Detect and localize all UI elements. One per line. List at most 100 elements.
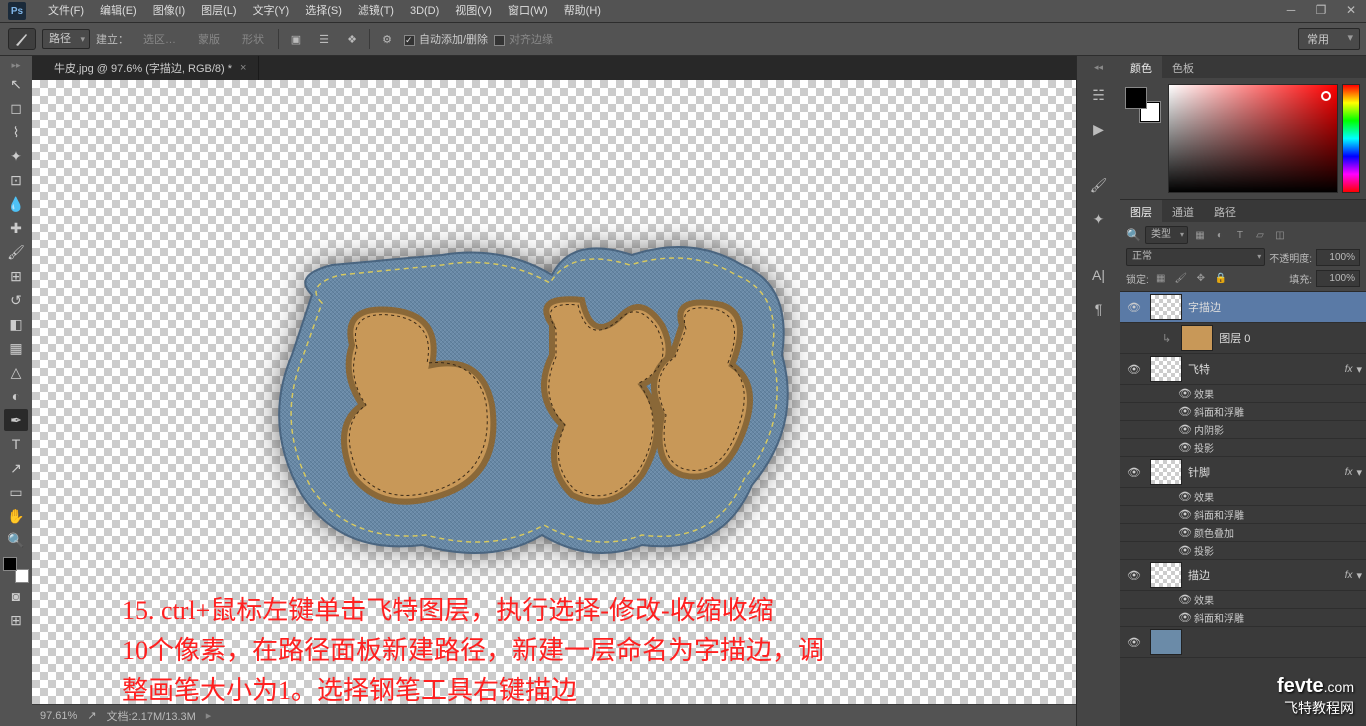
gradient-tool[interactable]: ▦ [4,337,28,359]
crop-tool[interactable]: ⊡ [4,169,28,191]
channels-tab[interactable]: 通道 [1162,200,1204,222]
gear-icon[interactable]: ⚙ [376,28,398,50]
color-field[interactable] [1168,84,1338,193]
stamp-tool[interactable]: ⊞ [4,265,28,287]
fill-input[interactable]: 100% [1316,270,1360,287]
layer-name[interactable]: 描边 [1188,567,1345,583]
doc-size[interactable]: 文档:2.17M/13.3M [107,708,196,724]
visibility-icon[interactable]: 👁 [1124,363,1144,376]
restore-button[interactable]: ❐ [1306,0,1336,20]
lasso-tool[interactable]: ⌇ [4,121,28,143]
path-arrange-icon[interactable]: ❖ [341,28,363,50]
visibility-icon[interactable]: 👁 [1124,466,1144,479]
menu-file[interactable]: 文件(F) [40,0,92,22]
lock-all-icon[interactable]: 🔒 [1213,271,1229,287]
visibility-icon[interactable]: 👁 [1124,636,1144,649]
brush-icon[interactable]: 🖌 [1087,173,1111,197]
layers-tab[interactable]: 图层 [1120,200,1162,222]
panel-fg-color[interactable] [1126,88,1146,108]
close-tab-icon[interactable]: × [240,62,246,74]
paragraph-icon[interactable]: ¶ [1087,297,1111,321]
move-tool[interactable]: ↖ [4,73,28,95]
dodge-tool[interactable]: ◐ [4,385,28,407]
history-brush-tool[interactable]: ↺ [4,289,28,311]
layer-list[interactable]: 👁 字描边 ↳ 图层 0 👁 飞特 fx▾ 👁效果 👁斜面和浮 [1120,292,1366,726]
fx-row[interactable]: 👁投影 [1120,439,1366,457]
filter-type-icon[interactable]: T [1232,227,1248,243]
menu-type[interactable]: 文字(Y) [245,0,298,22]
make-shape-button[interactable]: 形状 [234,29,272,49]
foreground-color[interactable] [3,557,17,571]
fx-row[interactable]: 👁颜色叠加 [1120,524,1366,542]
zoom-level[interactable]: 97.61% [40,710,77,722]
menu-select[interactable]: 选择(S) [297,0,350,22]
blur-tool[interactable]: △ [4,361,28,383]
healing-tool[interactable]: ✚ [4,217,28,239]
path-combine-icon[interactable]: ▣ [285,28,307,50]
menu-edit[interactable]: 编辑(E) [92,0,145,22]
layer-item[interactable]: 👁 描边 fx▾ [1120,560,1366,591]
minimize-button[interactable]: ─ [1276,0,1306,20]
layer-name[interactable]: 图层 0 [1219,330,1362,346]
fx-badge[interactable]: fx [1345,364,1353,375]
actions-icon[interactable]: ▶ [1087,117,1111,141]
paths-tab[interactable]: 路径 [1204,200,1246,222]
auto-add-delete-checkbox[interactable]: 自动添加/删除 [404,31,488,47]
layer-thumbnail[interactable] [1181,325,1213,351]
fx-row[interactable]: 👁效果 [1120,488,1366,506]
make-selection-button[interactable]: 选区… [135,29,184,49]
filter-pixels-icon[interactable]: ▦ [1192,227,1208,243]
filter-adjust-icon[interactable]: ◐ [1212,227,1228,243]
filter-smart-icon[interactable]: ◫ [1272,227,1288,243]
layer-name[interactable]: 飞特 [1188,361,1345,377]
opacity-input[interactable]: 100% [1316,249,1360,266]
menu-help[interactable]: 帮助(H) [556,0,609,22]
layer-item[interactable]: 👁 [1120,627,1366,658]
menu-view[interactable]: 视图(V) [447,0,500,22]
layer-name[interactable]: 针脚 [1188,464,1345,480]
brush-presets-icon[interactable]: ✦ [1087,207,1111,231]
path-select-tool[interactable]: ↗ [4,457,28,479]
menu-3d[interactable]: 3D(D) [402,0,447,22]
magic-wand-tool[interactable]: ✦ [4,145,28,167]
path-align-icon[interactable]: ☰ [313,28,335,50]
layer-thumbnail[interactable] [1150,294,1182,320]
current-tool-icon[interactable] [8,28,36,50]
fx-row[interactable]: 👁效果 [1120,385,1366,403]
menu-filter[interactable]: 滤镜(T) [350,0,402,22]
fx-row[interactable]: 👁斜面和浮雕 [1120,403,1366,421]
make-mask-button[interactable]: 蒙版 [190,29,228,49]
workspace-dropdown[interactable]: 常用 [1298,28,1360,50]
layer-item[interactable]: 👁 字描边 [1120,292,1366,323]
zoom-tool[interactable]: 🔍 [4,529,28,551]
screen-mode-toggle[interactable]: ⊞ [4,609,28,631]
rectangle-tool[interactable]: ▭ [4,481,28,503]
color-swatches[interactable] [3,557,29,583]
fx-row[interactable]: 👁投影 [1120,542,1366,560]
menu-window[interactable]: 窗口(W) [500,0,556,22]
type-tool[interactable]: T [4,433,28,455]
layer-thumbnail[interactable] [1150,562,1182,588]
color-tab[interactable]: 颜色 [1120,56,1162,78]
swatches-tab[interactable]: 色板 [1162,56,1204,78]
menu-layer[interactable]: 图层(L) [193,0,244,22]
background-color[interactable] [15,569,29,583]
fx-badge[interactable]: fx [1345,467,1353,478]
visibility-icon[interactable]: 👁 [1124,301,1144,314]
pen-mode-dropdown[interactable]: 路径 [42,29,90,49]
character-icon[interactable]: A| [1087,263,1111,287]
hue-slider[interactable] [1342,84,1360,193]
layer-item[interactable]: 👁 飞特 fx▾ [1120,354,1366,385]
fx-row[interactable]: 👁内阴影 [1120,421,1366,439]
lock-position-icon[interactable]: ✥ [1193,271,1209,287]
eraser-tool[interactable]: ◧ [4,313,28,335]
close-button[interactable]: ✕ [1336,0,1366,20]
fx-row[interactable]: 👁效果 [1120,591,1366,609]
layer-item[interactable]: 👁 针脚 fx▾ [1120,457,1366,488]
layer-thumbnail[interactable] [1150,356,1182,382]
lock-trans-icon[interactable]: ▦ [1153,271,1169,287]
menu-image[interactable]: 图像(I) [145,0,193,22]
layer-item[interactable]: ↳ 图层 0 [1120,323,1366,354]
panel-color-swatches[interactable] [1126,88,1160,122]
filter-shape-icon[interactable]: ▱ [1252,227,1268,243]
